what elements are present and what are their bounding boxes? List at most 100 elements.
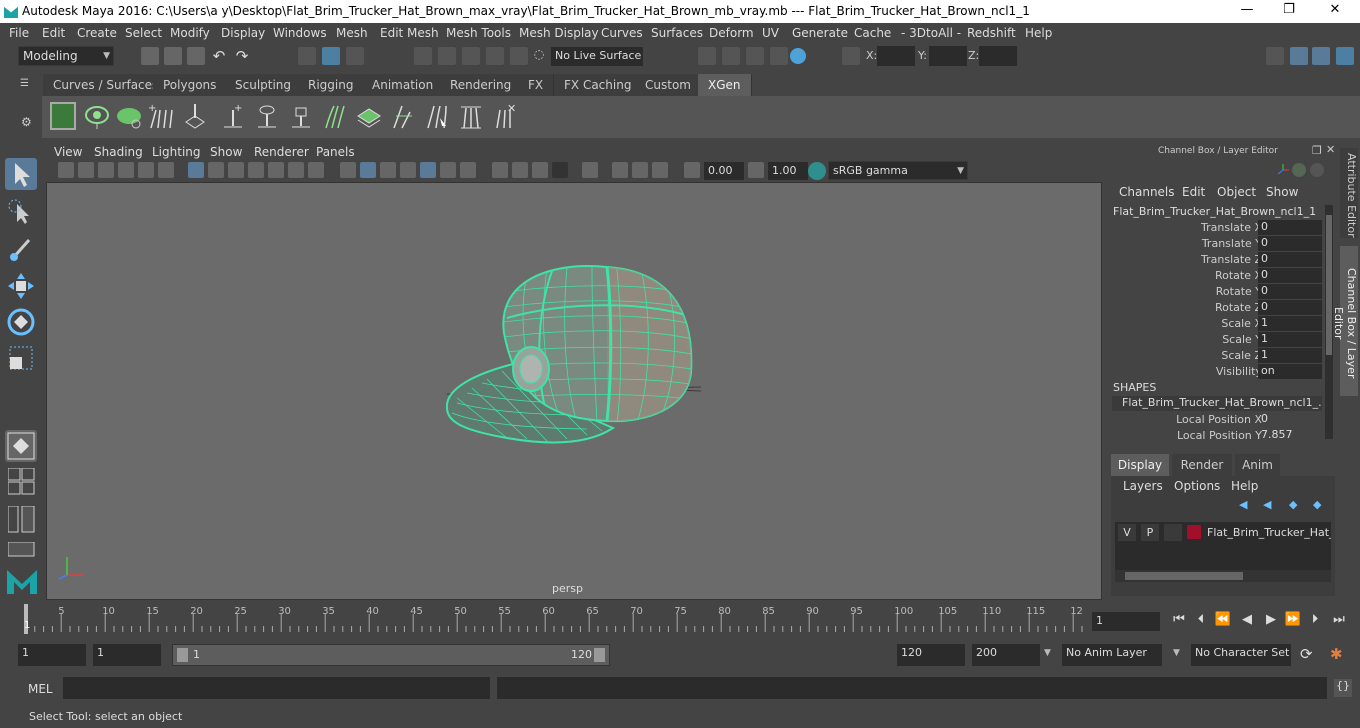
xgen-guide-visibility-icon[interactable] xyxy=(254,102,280,130)
menu-mesh[interactable]: Mesh xyxy=(336,26,368,40)
xray-icon[interactable] xyxy=(612,162,628,178)
menu-generate[interactable]: Generate xyxy=(792,26,848,40)
chevron-down-icon[interactable]: ▼ xyxy=(1044,648,1051,658)
viewport-menu-view[interactable]: View xyxy=(54,145,82,159)
attr-value[interactable]: 0 xyxy=(1258,220,1322,235)
attribute-editor-toggle-icon[interactable] xyxy=(1290,47,1308,65)
script-editor-icon[interactable]: {} xyxy=(1334,679,1352,697)
step-back-key-icon[interactable]: ⏪ xyxy=(1214,612,1232,628)
move-layer-down-icon[interactable]: ◀ xyxy=(1263,498,1271,511)
menu-cache[interactable]: Cache xyxy=(854,26,891,40)
attr-value[interactable]: 1 xyxy=(1258,332,1322,347)
shape-name[interactable]: Flat_Brim_Trucker_Hat_Brown_ncl1_... xyxy=(1112,396,1322,411)
snap-view-plane-icon[interactable] xyxy=(486,47,504,65)
menu-select[interactable]: Select xyxy=(125,26,162,40)
x-coord-field[interactable] xyxy=(877,46,915,66)
tab-rigging[interactable]: Rigging xyxy=(298,74,365,96)
xgen-preview-icon[interactable] xyxy=(84,102,110,130)
safe-action-icon[interactable] xyxy=(288,162,304,178)
xgen-clumping-icon[interactable] xyxy=(458,102,484,130)
screen-space-ao-icon[interactable] xyxy=(492,162,508,178)
safe-title-icon[interactable] xyxy=(308,162,324,178)
attr-value[interactable]: 0 xyxy=(1258,412,1322,427)
play-forwards-icon[interactable]: ▶ xyxy=(1262,612,1280,628)
playback-end-field[interactable]: 120 xyxy=(897,644,965,666)
object-name[interactable]: Flat_Brim_Trucker_Hat_Brown_ncl1_1 xyxy=(1113,205,1316,218)
bookmark-icon[interactable] xyxy=(98,162,114,178)
object-menu[interactable]: Object xyxy=(1217,185,1256,199)
manipulator-icon[interactable] xyxy=(1310,163,1324,177)
camera-select-icon[interactable] xyxy=(58,162,74,178)
menu-help[interactable]: Help xyxy=(1025,26,1052,40)
viewport-menu-lighting[interactable]: Lighting xyxy=(152,145,201,159)
playback-start-field[interactable]: 1 xyxy=(93,644,161,666)
four-view-layout-icon[interactable] xyxy=(7,467,36,496)
layer-name[interactable]: Flat_Brim_Trucker_Hat_Br xyxy=(1207,526,1331,539)
shelf-gear-icon[interactable]: ⚙ xyxy=(21,115,32,129)
grease-pencil-icon[interactable] xyxy=(158,162,174,178)
channel-box-toggle-icon[interactable] xyxy=(1336,47,1354,65)
single-perspective-layout-icon[interactable] xyxy=(5,430,37,462)
range-start-handle[interactable] xyxy=(177,648,188,662)
tab-curves-surfaces[interactable]: Curves / Surfaces xyxy=(43,74,170,96)
attr-row-local-position-y[interactable]: Local Position Y 7.857 xyxy=(1106,428,1322,444)
exposure-field[interactable]: 0.00 xyxy=(704,162,744,180)
rotate-tool-icon[interactable] xyxy=(5,306,37,338)
snap-grid-icon[interactable] xyxy=(414,47,432,65)
attr-value[interactable]: 0 xyxy=(1258,236,1322,251)
minimize-button[interactable]: — xyxy=(1232,2,1262,20)
tab-rendering[interactable]: Rendering xyxy=(440,74,523,96)
viewport-menu-panels[interactable]: Panels xyxy=(316,145,355,159)
graph-layout-icon[interactable] xyxy=(7,541,36,558)
attr-value[interactable]: 0 xyxy=(1258,252,1322,267)
select-object-icon[interactable] xyxy=(322,47,340,65)
resolution-gate-icon[interactable] xyxy=(228,162,244,178)
attr-row-translate-z[interactable]: Translate Z0 xyxy=(1106,252,1322,268)
hat-wireframe-model[interactable] xyxy=(47,183,1101,599)
xgen-guide-lock-icon[interactable] xyxy=(288,102,314,130)
menu-deform[interactable]: Deform xyxy=(709,26,754,40)
wireframe-on-shaded-icon[interactable] xyxy=(400,162,416,178)
menu-3dtoall[interactable]: - 3DtoAll - xyxy=(901,26,961,40)
menu-mesh-display[interactable]: Mesh Display xyxy=(519,26,599,40)
go-to-end-icon[interactable]: ⏭ xyxy=(1330,612,1348,628)
animation-end-field[interactable]: 200 xyxy=(972,644,1040,666)
tab-fx-caching[interactable]: FX Caching xyxy=(554,74,643,96)
tab-sculpting[interactable]: Sculpting xyxy=(225,74,303,96)
open-scene-icon[interactable] xyxy=(164,47,182,65)
menu-curves[interactable]: Curves xyxy=(601,26,643,40)
animation-preferences-icon[interactable]: ✱ xyxy=(1330,645,1350,665)
gamma-icon[interactable] xyxy=(748,162,764,178)
exposure-icon[interactable] xyxy=(684,162,700,178)
menu-uv[interactable]: UV xyxy=(762,26,779,40)
options-menu[interactable]: Options xyxy=(1174,479,1220,493)
auto-key-icon[interactable]: ⟳ xyxy=(1300,645,1320,665)
menu-display[interactable]: Display xyxy=(221,26,265,40)
y-coord-field[interactable] xyxy=(929,46,967,66)
render-settings-icon[interactable] xyxy=(698,47,716,65)
xgen-bend-icon[interactable] xyxy=(390,102,416,130)
attr-row-scale-y[interactable]: Scale Y1 xyxy=(1106,332,1322,348)
new-layer-selected-icon[interactable]: ◆ xyxy=(1313,498,1321,511)
snap-curve-icon[interactable] xyxy=(438,47,456,65)
attr-row-rotate-z[interactable]: Rotate Z0 xyxy=(1106,300,1322,316)
color-management-icon[interactable] xyxy=(808,162,826,180)
xgen-cut-icon[interactable] xyxy=(424,102,450,130)
grid-toggle-icon[interactable] xyxy=(188,162,204,178)
viewport-menu-shading[interactable]: Shading xyxy=(94,145,143,159)
select-component-icon[interactable] xyxy=(346,47,364,65)
help-menu[interactable]: Help xyxy=(1231,479,1258,493)
attr-row-scale-x[interactable]: Scale X1 xyxy=(1106,316,1322,332)
attr-row-rotate-x[interactable]: Rotate X0 xyxy=(1106,268,1322,284)
menu-edit[interactable]: Edit xyxy=(42,26,65,40)
tab-custom[interactable]: Custom xyxy=(635,74,702,96)
menu-mesh-tools[interactable]: Mesh Tools xyxy=(446,26,511,40)
layer-row[interactable]: V P Flat_Brim_Trucker_Hat_Br xyxy=(1115,524,1331,542)
attr-value[interactable]: 0 xyxy=(1258,284,1322,299)
isolate-select-icon[interactable] xyxy=(582,162,598,178)
use-all-lights-icon[interactable] xyxy=(440,162,456,178)
2d-pan-zoom-icon[interactable] xyxy=(138,162,154,178)
menu-set-dropdown[interactable]: Modeling ▼ xyxy=(18,46,114,66)
play-backwards-icon[interactable]: ◀ xyxy=(1238,612,1256,628)
step-forward-frame-icon[interactable]: ⏵ xyxy=(1306,612,1324,628)
